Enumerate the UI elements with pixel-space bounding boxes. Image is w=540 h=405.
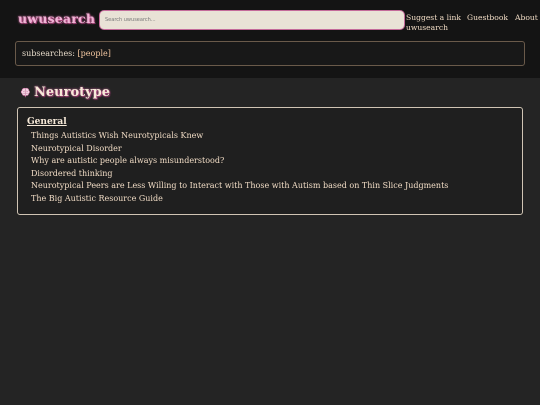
search-input[interactable] [99,10,405,30]
brain-icon [20,87,30,98]
result-link[interactable]: Why are autistic people always misunders… [31,155,522,168]
page-title: Neurotype [20,85,110,100]
guestbook-link[interactable]: Guestbook [467,13,508,23]
site-logo[interactable]: uwusearch [18,11,95,26]
subsearch-people-link[interactable]: [people] [78,49,111,58]
site-header: uwusearch Suggest a linkuwusearch Guestb… [0,0,540,78]
page-title-text: Neurotype [34,85,111,100]
result-link[interactable]: Neurotypical Disorder [31,143,522,156]
result-list: Things Autistics Wish Neurotypicals Knew… [27,130,522,206]
result-link[interactable]: The Big Autistic Resource Guide [31,193,522,206]
result-link[interactable]: Disordered thinking [31,168,522,181]
suggest-link[interactable]: Suggest a link uwusearch [406,13,462,32]
subsearches-label: subsearches: [22,49,75,58]
result-link[interactable]: Neurotypical Peers are Less Willing to I… [31,180,522,193]
suggest-link-label: Suggest a link [406,13,461,22]
results-panel: General Things Autistics Wish Neurotypic… [17,107,523,215]
subsearches-panel: subsearches: [people] [15,41,525,66]
result-link[interactable]: Things Autistics Wish Neurotypicals Knew [31,130,522,143]
suggest-link-sublabel: uwusearch [406,22,448,32]
section-heading-general: General [27,117,67,127]
about-link[interactable]: About [515,13,538,23]
